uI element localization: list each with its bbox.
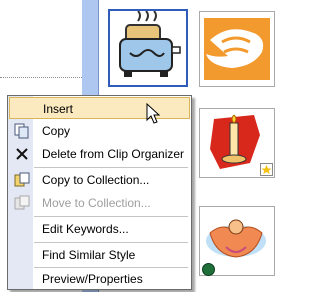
menu-item-find-similar-style[interactable]: Find Similar Style xyxy=(9,244,190,266)
menu-item-label: Move to Collection... xyxy=(42,196,151,210)
clip-cornucopia[interactable] xyxy=(199,11,275,87)
menu-item-copy[interactable]: Copy xyxy=(9,120,190,142)
delete-x-icon xyxy=(14,146,30,162)
cornucopia-clipart-icon xyxy=(204,18,270,80)
clip-context-menu: Insert Copy Delete from Clip Organizer C… xyxy=(7,95,192,290)
toaster-clipart-icon xyxy=(119,11,181,77)
menu-item-copy-to-collection[interactable]: Copy to Collection... xyxy=(9,169,190,191)
menu-item-move-to-collection: Move to Collection... xyxy=(9,192,190,214)
menu-item-label: Copy xyxy=(42,124,71,138)
move-to-collection-icon xyxy=(14,195,30,211)
clip-toaster[interactable] xyxy=(108,9,188,87)
divider-line xyxy=(0,77,82,78)
menu-item-preview-properties[interactable]: Preview/Properties xyxy=(9,268,190,290)
star-badge-icon xyxy=(260,163,273,176)
menu-item-label: Edit Keywords... xyxy=(42,222,129,236)
clip-angel[interactable] xyxy=(199,206,275,276)
menu-item-label: Insert xyxy=(43,102,74,116)
copy-icon xyxy=(14,123,30,139)
clip-candle[interactable] xyxy=(199,108,275,178)
menu-item-label: Copy to Collection... xyxy=(42,173,150,187)
menu-separator xyxy=(34,242,188,243)
menu-separator xyxy=(34,216,188,217)
menu-item-label: Find Similar Style xyxy=(42,248,136,262)
menu-item-label: Preview/Properties xyxy=(42,272,143,286)
globe-badge-icon xyxy=(202,263,215,276)
copy-to-collection-icon xyxy=(14,172,30,188)
menu-item-edit-keywords[interactable]: Edit Keywords... xyxy=(9,218,190,240)
menu-item-label: Delete from Clip Organizer xyxy=(42,147,185,161)
menu-item-insert[interactable]: Insert xyxy=(9,97,190,119)
menu-separator xyxy=(34,167,188,168)
mouse-pointer-icon xyxy=(146,103,161,124)
menu-item-delete[interactable]: Delete from Clip Organizer xyxy=(9,143,190,165)
